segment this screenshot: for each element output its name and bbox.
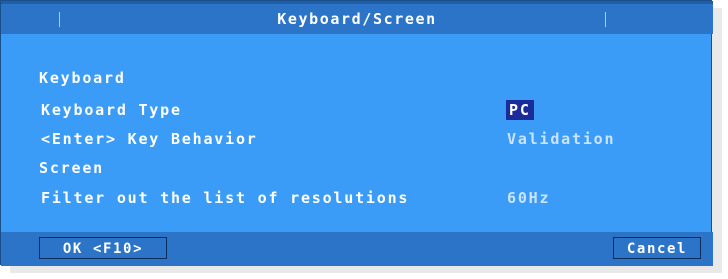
enter-key-behavior-value[interactable]: Validation	[507, 128, 615, 150]
filter-resolutions-value[interactable]: 60Hz	[507, 187, 550, 209]
section-screen-heading: Screen	[39, 159, 104, 177]
filter-resolutions-label: Filter out the list of resolutions	[41, 189, 410, 207]
dialog-title: Keyboard/Screen	[1, 4, 713, 34]
button-bar: OK <F10> Cancel	[1, 232, 713, 266]
section-keyboard-heading: Keyboard	[39, 69, 126, 87]
cancel-button[interactable]: Cancel	[613, 237, 701, 259]
ok-button[interactable]: OK <F10>	[39, 237, 167, 259]
keyboard-type-value[interactable]: PC	[506, 100, 534, 120]
keyboard-screen-dialog: Keyboard/Screen Keyboard Keyboard Type P…	[0, 0, 713, 266]
enter-key-behavior-label: <Enter> Key Behavior	[41, 130, 258, 148]
keyboard-type-label: Keyboard Type	[41, 101, 182, 119]
